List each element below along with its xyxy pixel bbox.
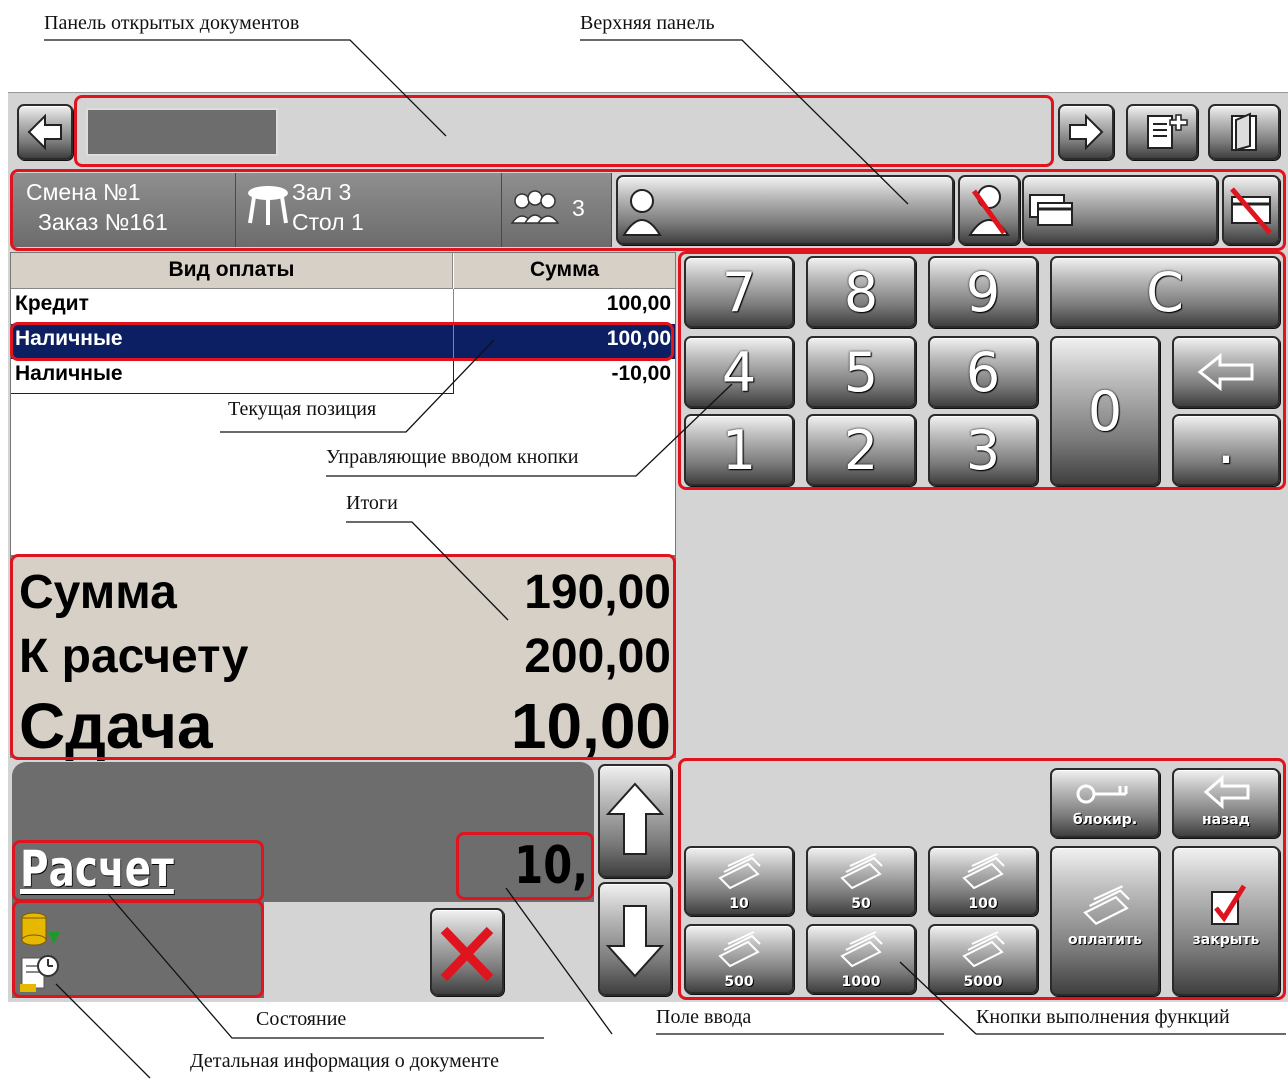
annotation-leader-lines <box>44 39 1286 1079</box>
